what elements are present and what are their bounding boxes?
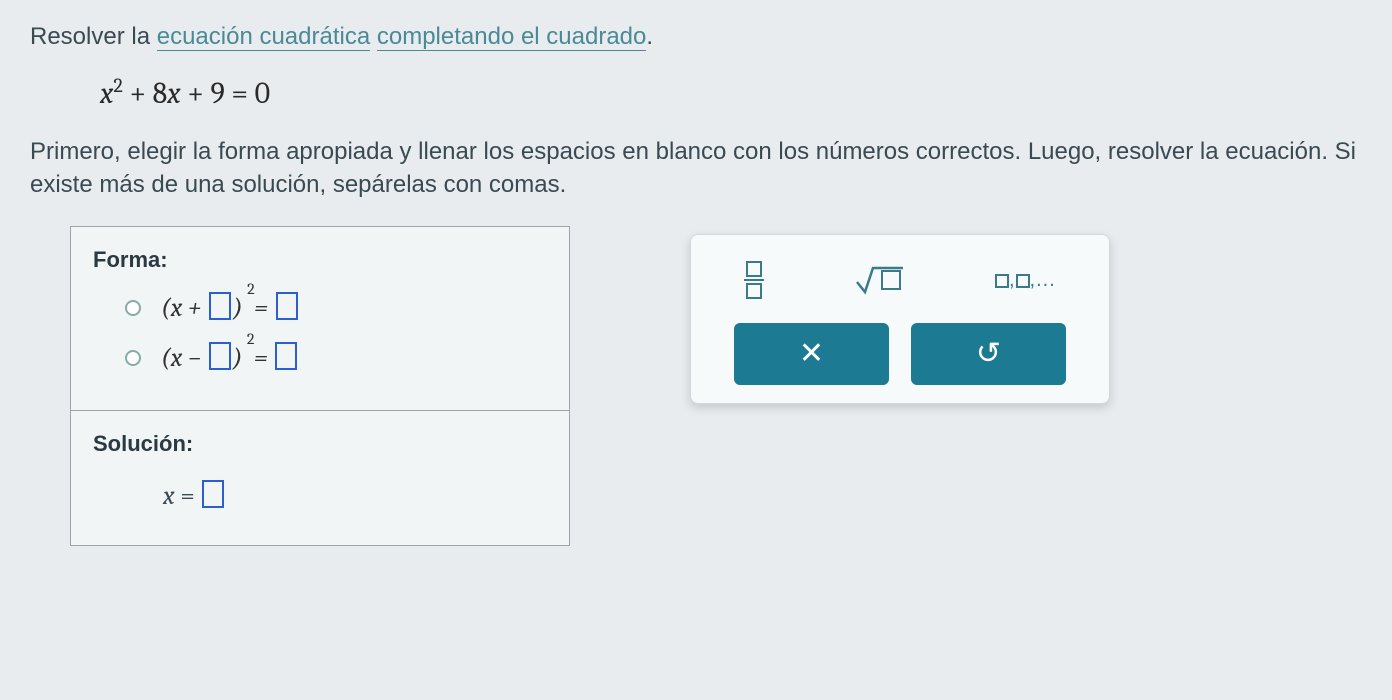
fraction-icon — [744, 261, 764, 299]
blank-input[interactable] — [276, 292, 298, 320]
equation-display: x2 + 8x + 9 = 0 — [100, 72, 1362, 115]
clear-button[interactable]: ✕ — [734, 323, 889, 385]
solution-expression: x = — [163, 478, 547, 514]
link-completing-square[interactable]: completando el cuadrado — [377, 24, 647, 51]
form-option-expression: (x − )2 = — [161, 340, 299, 376]
blank-input[interactable] — [209, 292, 231, 320]
form-option-expression: (x + )2 = — [161, 290, 300, 326]
math-tool-panel: ,,... ✕ ↺ — [690, 234, 1110, 404]
x-icon: ✕ — [799, 333, 824, 375]
prompt-pre: Resolver la — [30, 23, 157, 50]
solucion-label: Solución: — [93, 429, 547, 460]
fraction-tool[interactable] — [744, 261, 764, 299]
list-tool[interactable]: ,,... — [995, 266, 1056, 294]
prompt-post: . — [646, 23, 653, 50]
instructions-text: Primero, elegir la forma apropiada y lle… — [30, 135, 1362, 202]
prompt-mid — [370, 23, 377, 50]
blank-input[interactable] — [275, 342, 297, 370]
blank-input[interactable] — [209, 342, 231, 370]
forma-label: Forma: — [93, 245, 547, 276]
radio-icon[interactable] — [125, 350, 141, 366]
problem-prompt: Resolver la ecuación cuadrática completa… — [30, 20, 1362, 54]
reset-icon: ↺ — [976, 333, 1001, 375]
form-option-minus[interactable]: (x − )2 = — [125, 340, 547, 376]
answer-box: Forma: (x + )2 = (x − )2 = Solución: x = — [70, 226, 570, 546]
link-quadratic-equation[interactable]: ecuación cuadrática — [157, 24, 370, 51]
radio-icon[interactable] — [125, 300, 141, 316]
solution-input[interactable] — [202, 480, 224, 508]
form-option-plus[interactable]: (x + )2 = — [125, 290, 547, 326]
list-icon: ,,... — [995, 266, 1056, 294]
sqrt-tool[interactable] — [855, 264, 905, 296]
reset-button[interactable]: ↺ — [911, 323, 1066, 385]
sqrt-icon — [855, 264, 905, 296]
